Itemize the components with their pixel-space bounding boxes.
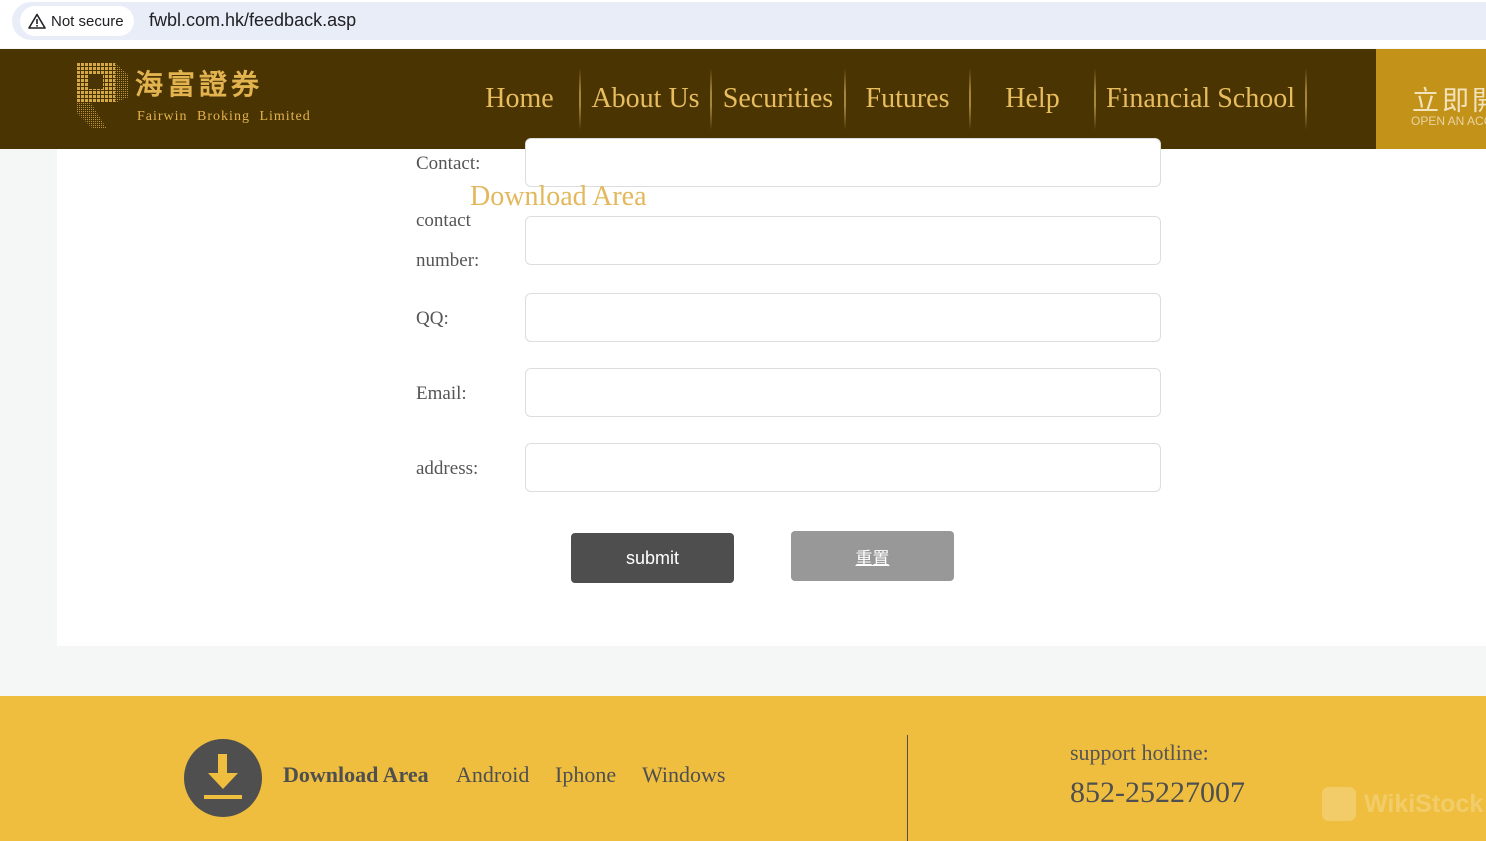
- qq-label: QQ:: [416, 308, 449, 329]
- nav-help[interactable]: Help: [971, 49, 1094, 149]
- address-input[interactable]: [525, 443, 1161, 492]
- nav-about-us[interactable]: About Us: [581, 49, 710, 149]
- hotline-number: 852-25227007: [1070, 776, 1245, 809]
- open-account-label-cn: 立即開戶: [1412, 86, 1486, 117]
- site-logo[interactable]: 海富證券 Fairwin Broking Limited: [77, 63, 327, 131]
- nav-divider: [1305, 68, 1307, 130]
- watermark-text: WikiStock: [1364, 789, 1484, 818]
- download-icon[interactable]: [184, 739, 262, 817]
- logo-english-name: Fairwin Broking Limited: [137, 109, 311, 124]
- download-android-link[interactable]: Android: [456, 762, 529, 788]
- logo-chinese-name: 海富證券: [135, 68, 264, 101]
- nav-securities[interactable]: Securities: [712, 49, 844, 149]
- security-label: Not secure: [51, 12, 124, 30]
- nav-futures[interactable]: Futures: [846, 49, 969, 149]
- reset-button[interactable]: 重置: [791, 531, 954, 581]
- download-area-title: Download Area: [283, 762, 429, 787]
- watermark: WikiStock: [1322, 787, 1483, 821]
- main-nav: Home About Us Securities Futures Help Fi…: [460, 49, 1307, 149]
- contact-number-label-line1: contact: [416, 210, 471, 231]
- nav-financial-school[interactable]: Financial School: [1096, 49, 1305, 149]
- site-header: 海富證券 Fairwin Broking Limited Home About …: [0, 49, 1486, 149]
- download-iphone-link[interactable]: Iphone: [555, 762, 616, 788]
- hotline-label: support hotline:: [1070, 740, 1209, 765]
- contact-number-input[interactable]: [525, 216, 1161, 265]
- contact-input[interactable]: [525, 138, 1161, 187]
- browser-toolbar: Not secure fwbl.com.hk/feedback.asp: [0, 0, 1486, 48]
- contact-label: Contact:: [416, 153, 481, 174]
- nav-home[interactable]: Home: [460, 49, 579, 149]
- download-windows-link[interactable]: Windows: [642, 762, 725, 788]
- email-label: Email:: [416, 383, 467, 404]
- address-label: address:: [416, 458, 479, 479]
- download-arrow-icon: [204, 754, 242, 799]
- warning-icon: [28, 13, 46, 29]
- open-account-label-en: OPEN AN ACCOUNT: [1411, 114, 1486, 128]
- contact-number-label-line2: number:: [416, 250, 480, 271]
- submit-button[interactable]: submit: [571, 533, 734, 583]
- url-text[interactable]: fwbl.com.hk/feedback.asp: [149, 10, 356, 31]
- security-indicator[interactable]: Not secure: [20, 6, 134, 36]
- logo-mark-icon: [77, 63, 129, 129]
- address-bar[interactable]: Not secure fwbl.com.hk/feedback.asp: [12, 2, 1486, 40]
- wikistock-logo-icon: [1322, 787, 1356, 821]
- footer-divider: [907, 735, 908, 841]
- download-area-hover-label[interactable]: Download Area: [470, 181, 647, 213]
- qq-input[interactable]: [525, 293, 1161, 342]
- email-input[interactable]: [525, 368, 1161, 417]
- site-footer: Download Area Android Iphone Windows sup…: [0, 696, 1486, 841]
